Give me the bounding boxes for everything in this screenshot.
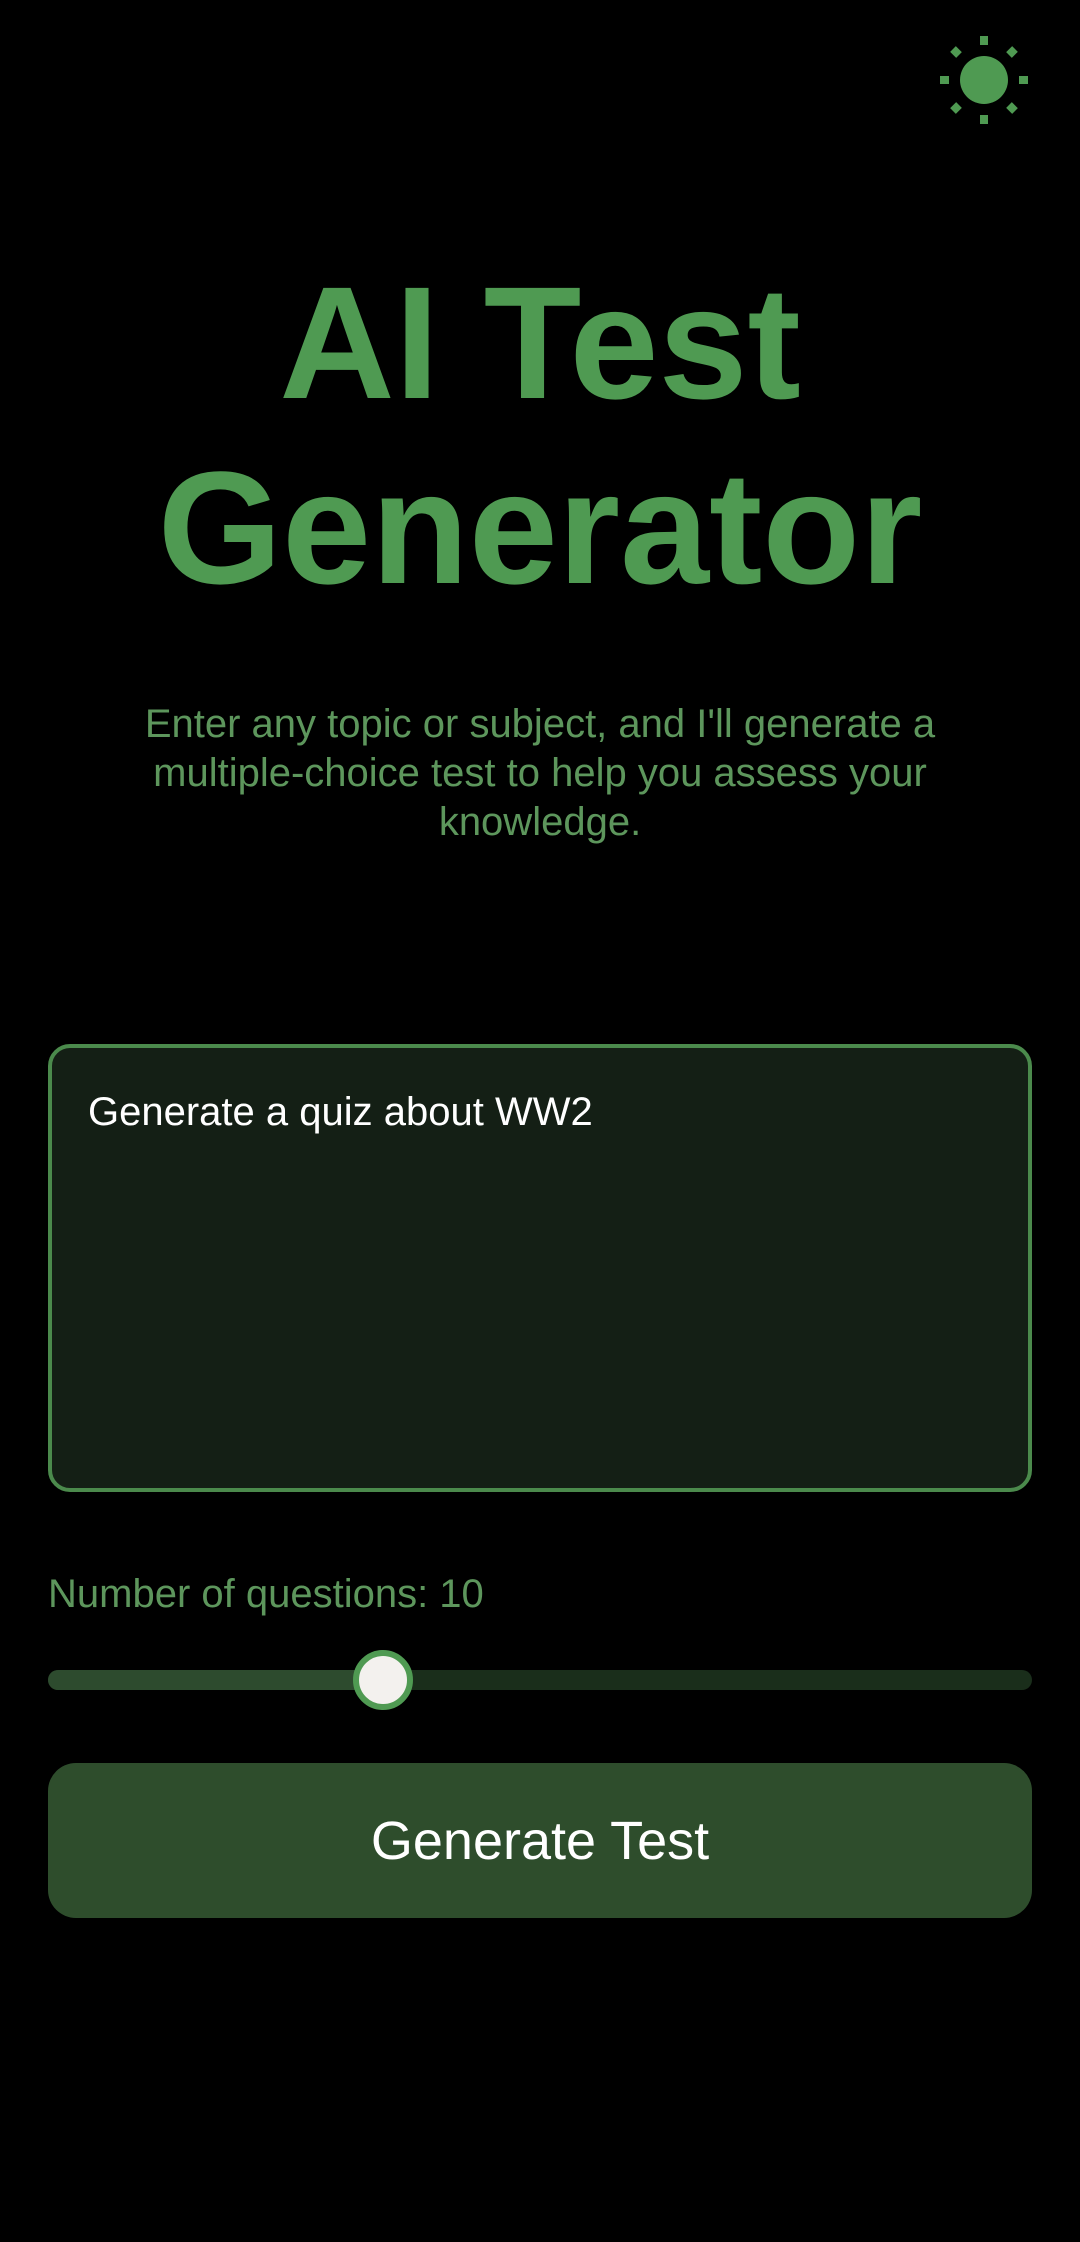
question-count-slider[interactable] xyxy=(48,1650,1032,1710)
sun-icon xyxy=(940,36,1028,124)
slider-track[interactable] xyxy=(48,1670,1032,1690)
topic-input-container[interactable]: Generate a quiz about WW2 xyxy=(48,1044,1032,1492)
generate-test-button[interactable]: Generate Test xyxy=(48,1763,1032,1918)
slider-fill xyxy=(48,1670,383,1690)
slider-thumb[interactable] xyxy=(352,1650,413,1710)
theme-toggle-button[interactable] xyxy=(934,30,1034,130)
page-title-line-1: AI Test xyxy=(279,253,801,432)
topic-input[interactable]: Generate a quiz about WW2 xyxy=(88,1088,992,1448)
page-subtitle: Enter any topic or subject, and I'll gen… xyxy=(144,702,936,844)
page-title: AI Test Generator xyxy=(0,250,1080,620)
page-title-line-2: Generator xyxy=(157,438,923,617)
question-count-label: Number of questions: 10 xyxy=(48,1572,484,1616)
